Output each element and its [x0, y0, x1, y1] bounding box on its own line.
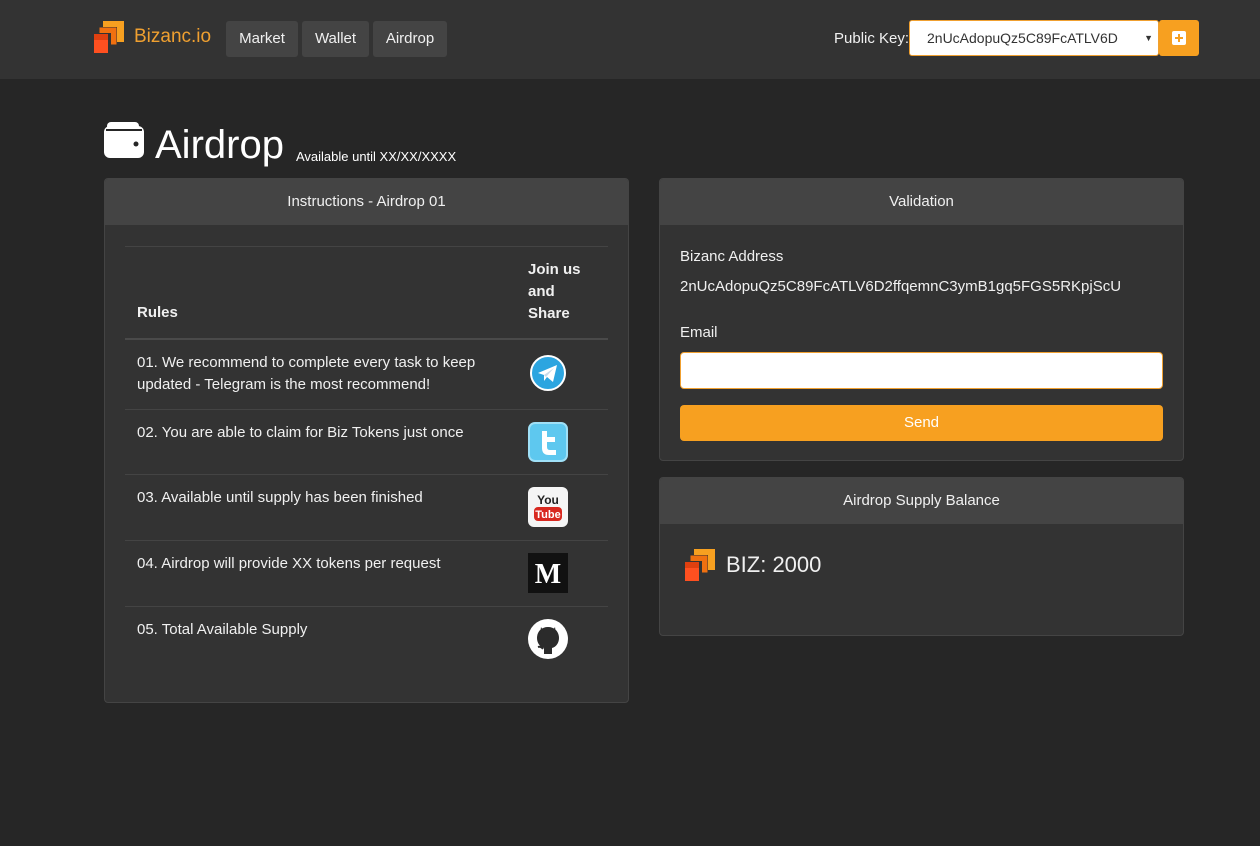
rule-text: 02. You are able to claim for Biz Tokens…	[137, 424, 464, 441]
wallet-icon	[104, 122, 144, 158]
twitter-icon[interactable]	[528, 422, 568, 462]
table-row: 01. We recommend to complete every task …	[125, 340, 608, 410]
balance-row: BIZ: 2000	[684, 548, 821, 582]
address-label: Bizanc Address	[680, 248, 784, 265]
rules-table-header: Rules Join us and Share	[125, 247, 608, 340]
nav-market[interactable]: Market	[226, 21, 298, 57]
address-value: 2nUcAdopuQz5C89FcATLV6D2ffqemnC3ymB1gq5F…	[680, 278, 1122, 295]
svg-text:M: M	[535, 559, 561, 590]
rule-text: 01. We recommend to complete every task …	[137, 354, 476, 393]
table-row: 04. Airdrop will provide XX tokens per r…	[125, 541, 608, 607]
validation-heading: Validation	[660, 179, 1183, 225]
telegram-icon[interactable]	[528, 353, 568, 393]
public-key-value: 2nUcAdopuQz5C89FcATLV6D	[927, 30, 1118, 46]
svg-text:You: You	[537, 493, 559, 507]
instructions-panel: Instructions - Airdrop 01 Rules Join us …	[104, 178, 629, 703]
nav-wallet[interactable]: Wallet	[302, 21, 369, 57]
brand-link[interactable]: Bizanc.io	[93, 20, 211, 54]
table-row: 05. Total Available Supply	[125, 607, 608, 672]
navbar: Bizanc.io Market Wallet Airdrop Public K…	[0, 0, 1260, 79]
bizanc-logo-icon	[685, 549, 715, 581]
rules-table: Rules Join us and Share 01. We recommend…	[125, 246, 608, 672]
github-icon[interactable]	[528, 619, 568, 659]
table-row: 03. Available until supply has been fini…	[125, 475, 608, 541]
page-header: Airdrop Available until XX/XX/XXXX	[104, 122, 456, 168]
email-field[interactable]	[680, 352, 1163, 389]
instructions-heading: Instructions - Airdrop 01	[105, 179, 628, 225]
email-label: Email	[680, 324, 718, 341]
rule-text: 05. Total Available Supply	[137, 621, 308, 638]
public-key-select[interactable]: 2nUcAdopuQz5C89FcATLV6D ▼	[909, 20, 1159, 56]
supply-balance: BIZ: 2000	[726, 552, 822, 577]
supply-heading: Airdrop Supply Balance	[660, 478, 1183, 524]
brand-name: Bizanc.io	[134, 26, 212, 47]
rule-text: 03. Available until supply has been fini…	[137, 489, 423, 506]
page-title: Airdrop	[155, 123, 284, 167]
youtube-icon[interactable]: You Tube	[528, 487, 568, 527]
page-subtitle: Available until XX/XX/XXXX	[295, 149, 457, 164]
bizanc-logo-icon	[94, 21, 124, 53]
validation-panel: Validation Bizanc Address 2nUcAdopuQz5C8…	[659, 178, 1184, 461]
send-button[interactable]: Send	[680, 405, 1163, 441]
plus-square-icon	[1172, 31, 1186, 45]
add-key-button[interactable]	[1159, 20, 1199, 56]
svg-text:Tube: Tube	[535, 509, 560, 521]
table-row: 02. You are able to claim for Biz Tokens…	[125, 410, 608, 475]
chevron-down-icon: ▼	[1144, 33, 1153, 43]
nav-airdrop[interactable]: Airdrop	[373, 21, 447, 57]
medium-icon[interactable]: M	[528, 553, 568, 593]
supply-panel: Airdrop Supply Balance BIZ: 2000	[659, 477, 1184, 636]
rule-text: 04. Airdrop will provide XX tokens per r…	[137, 555, 441, 572]
column-rules: Rules	[137, 304, 178, 321]
column-join-share: Join us and Share	[528, 261, 581, 322]
public-key-label: Public Key:	[834, 30, 910, 47]
